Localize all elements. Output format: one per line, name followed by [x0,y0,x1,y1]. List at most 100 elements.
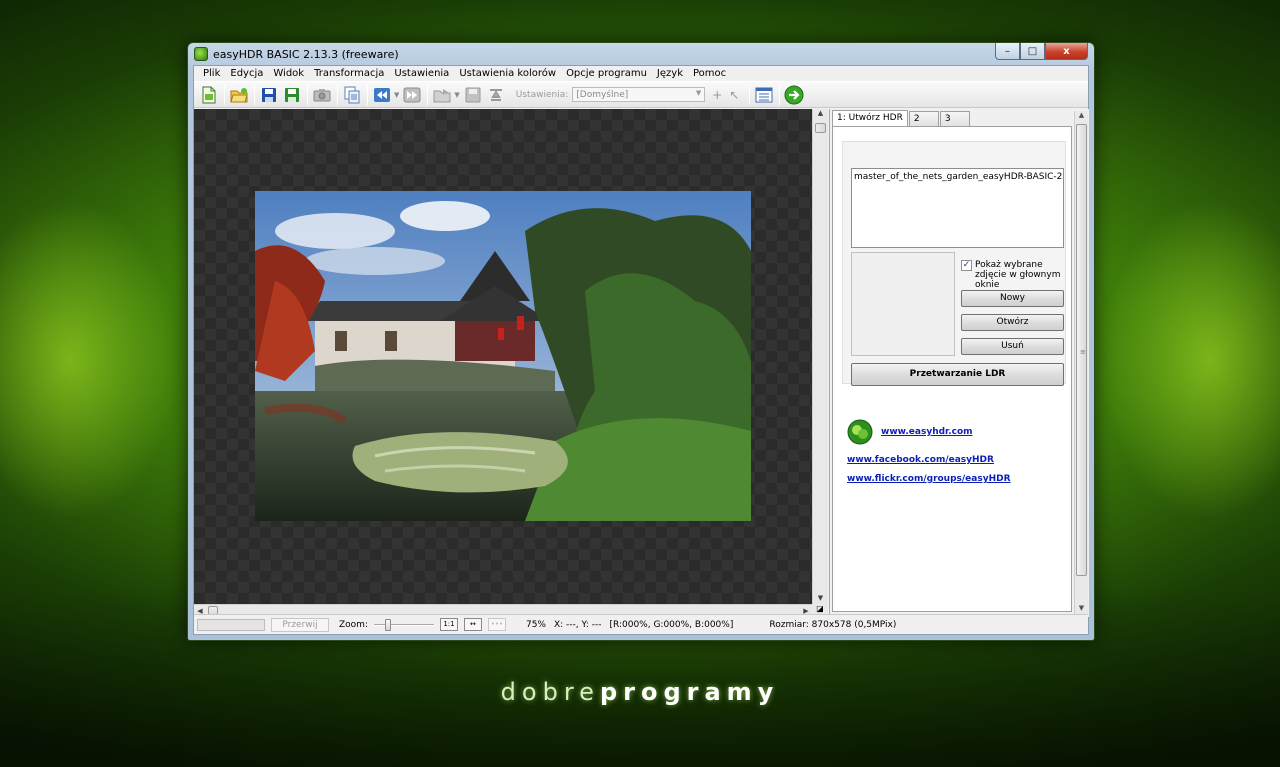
tab-2[interactable]: 2 [908,111,939,126]
scroll-thumb[interactable] [815,123,826,133]
brand-part-1: dobre [500,678,600,706]
brand-part-2: programy [599,678,780,706]
next-icon[interactable] [401,84,423,106]
new-button[interactable]: Nowy [961,290,1064,307]
chevron-down-icon: ▼ [695,89,702,97]
window-title: easyHDR BASIC 2.13.3 (freeware) [213,47,399,61]
panel-scrollbar[interactable]: ▲ ≡ ▼ [1074,111,1088,615]
save-preset-icon[interactable] [462,84,484,106]
easyhdr-logo-icon [847,419,873,445]
presets-value: [Domyślne] [576,89,629,100]
zoom-label: Zoom: [339,619,368,630]
panel-tabs: 1: Utwórz HDR 2 3 [832,110,971,127]
progress-bar [197,618,265,631]
menu-pomoc[interactable]: Pomoc [688,68,731,79]
easyhdr-logo-row: www.easyhdr.com [847,419,1011,445]
image-size: Rozmiar: 870x578 (0,5MPix) [769,619,897,630]
reset-preset-icon[interactable] [485,84,507,106]
previous-icon[interactable] [371,84,393,106]
title-bar[interactable]: easyHDR BASIC 2.13.3 (freeware) – □ x [188,43,1094,65]
open-preset-dropdown-icon[interactable]: ▼ [454,91,459,99]
menu-opcje-programu[interactable]: Opcje programu [561,68,652,79]
scroll-thumb[interactable]: ≡ [1076,124,1087,576]
easyhdr-link[interactable]: www.easyhdr.com [881,427,973,437]
show-selected-checkbox[interactable]: ✓ [961,260,972,271]
background-glow-right [1100,200,1280,520]
app-icon [194,47,208,61]
zoom-slider-handle[interactable] [384,618,391,631]
rgb-readout: [R:000%, G:000%, B:000%] [609,619,734,630]
scroll-up-icon[interactable]: ▲ [1075,111,1088,122]
toolbar: ▼ ▼ Ustawienia: [Domyślne] ▼ + ↖ [194,81,1088,108]
toolbar-separator [367,84,368,105]
app-window: easyHDR BASIC 2.13.3 (freeware) – □ x Pl… [187,42,1095,641]
open-preset-icon[interactable] [431,84,453,106]
hdr-photo [255,191,751,521]
toolbar-separator [254,84,255,105]
toolbar-separator [224,84,225,105]
menu-edycja[interactable]: Edycja [225,68,268,79]
zoom-value: 75% [525,619,546,630]
camera-icon[interactable] [311,84,333,106]
status-bar: Przerwij Zoom: 1:1 ↔ ••• 75% X: ---, Y: … [194,614,1088,634]
tab-content: master_of_the_nets_garden_easyHDR-BASIC-… [832,126,1072,612]
open-folder-icon[interactable] [228,84,250,106]
maximize-button[interactable]: □ [1020,43,1045,60]
close-button[interactable]: x [1045,43,1088,60]
canvas-vertical-scrollbar[interactable]: ▲ ▼ [812,109,828,606]
toolbar-separator [749,84,751,105]
copy-icon[interactable] [341,84,363,106]
show-selected-row[interactable]: ✓ Pokaż wybrane zdjęcie w głownym oknie [961,260,1070,290]
toolbar-separator [337,84,338,105]
client-area: Plik Edycja Widok Transformacja Ustawien… [193,65,1089,635]
zoom-fit-window-button[interactable]: ••• [487,618,506,631]
previous-dropdown-icon[interactable]: ▼ [394,91,399,99]
cursor-coordinates: X: ---, Y: --- [554,619,602,630]
menu-transformacja[interactable]: Transformacja [309,68,389,79]
add-preset-icon[interactable]: + [712,88,722,102]
open-button[interactable]: Otwórz [961,314,1064,331]
file-list[interactable]: master_of_the_nets_garden_easyHDR-BASIC-… [851,168,1064,248]
go-arrow-icon[interactable] [783,84,805,106]
ldr-processing-button[interactable]: Przetwarzanie LDR [851,363,1064,386]
toolbar-separator [779,84,781,105]
menu-ustawienia[interactable]: Ustawienia [389,68,454,79]
menu-jezyk[interactable]: Język [652,68,688,79]
links-section: www.easyhdr.com www.facebook.com/easyHDR… [847,419,1011,493]
new-document-icon[interactable] [198,84,220,106]
create-hdr-group: master_of_the_nets_garden_easyHDR-BASIC-… [842,141,1066,386]
presets-label: Ustawienia: [515,89,569,100]
zoom-actual-size-button[interactable]: 1:1 [439,618,458,631]
save-as-icon[interactable] [281,84,303,106]
scroll-up-icon[interactable]: ▲ [813,109,828,121]
minimize-button[interactable]: – [995,43,1020,60]
tab-3[interactable]: 3 [939,111,970,126]
image-preview [851,252,955,356]
presets-select[interactable]: [Domyślne] ▼ [572,87,706,102]
save-icon[interactable] [258,84,280,106]
scroll-grip-icon: ≡ [1080,348,1086,356]
stop-button[interactable]: Przerwij [271,617,329,632]
facebook-link[interactable]: www.facebook.com/easyHDR [847,455,1011,465]
image-canvas[interactable] [194,109,828,604]
menu-bar: Plik Edycja Widok Transformacja Ustawien… [194,66,1088,81]
tab-create-hdr[interactable]: 1: Utwórz HDR [832,110,908,127]
background-glow-left [0,200,180,520]
list-item[interactable]: master_of_the_nets_garden_easyHDR-BASIC-… [854,172,1063,182]
menu-widok[interactable]: Widok [268,68,309,79]
zoom-fit-width-button[interactable]: ↔ [463,618,482,631]
toolbar-separator [427,84,429,105]
side-panel: 1: Utwórz HDR 2 3 master_of_the_nets_gar… [829,109,1089,617]
show-selected-label: Pokaż wybrane zdjęcie w głownym oknie [975,260,1061,290]
menu-ustawienia-kolorow[interactable]: Ustawienia kolorów [454,68,561,79]
zoom-slider-track [373,623,434,626]
delete-button[interactable]: Usuń [961,338,1064,355]
zoom-slider[interactable] [373,618,434,631]
panel-view-icon[interactable] [753,84,775,106]
toolbar-separator [307,84,308,105]
flickr-link[interactable]: www.flickr.com/groups/easyHDR [847,474,1011,484]
menu-plik[interactable]: Plik [198,68,225,79]
window-controls: – □ x [995,43,1088,60]
edit-preset-icon[interactable]: ↖ [729,88,739,102]
dobreprogramy-logo: dobreprogramy [0,678,1280,706]
